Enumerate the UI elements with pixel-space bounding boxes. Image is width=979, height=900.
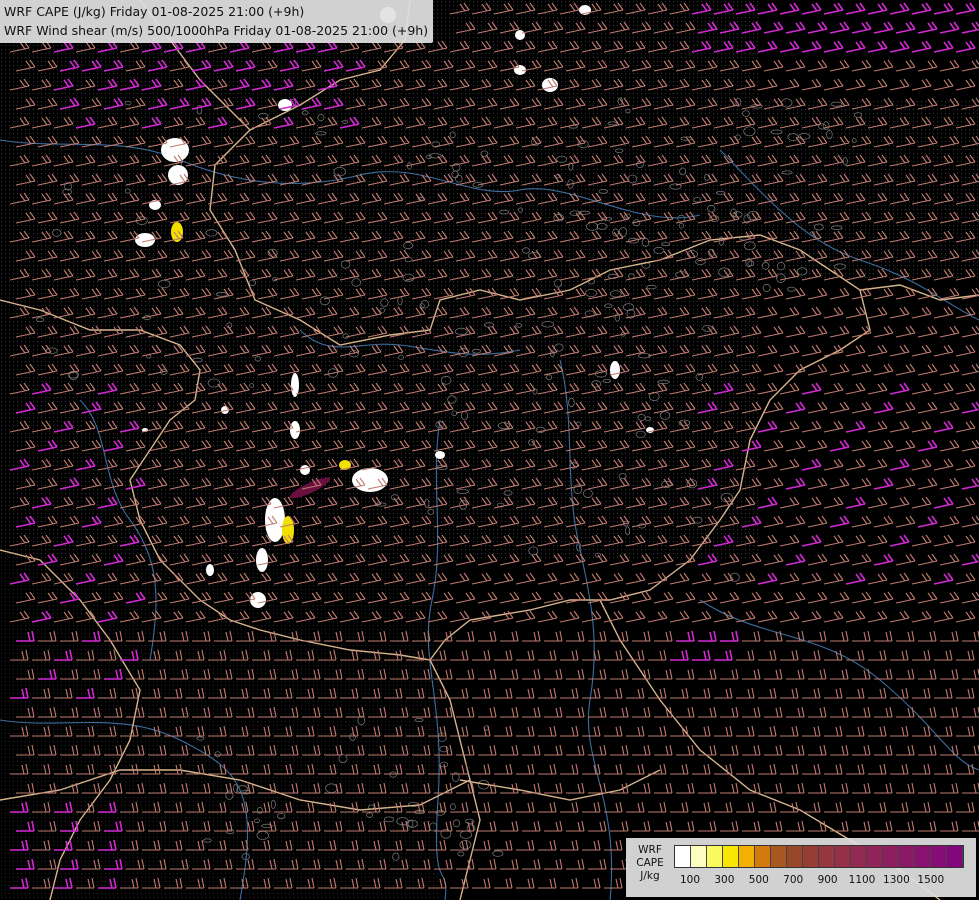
cape-cell-low xyxy=(256,548,268,572)
legend-tick-label: 300 xyxy=(714,874,735,886)
legend-swatch xyxy=(723,846,739,867)
cape-cell-low xyxy=(515,30,525,40)
cape-cell-low xyxy=(206,564,214,576)
legend-swatches xyxy=(674,845,964,868)
legend-tick-label: 700 xyxy=(783,874,804,886)
cape-cell-low xyxy=(610,361,620,379)
legend-swatch xyxy=(883,846,899,867)
legend-swatch xyxy=(851,846,867,867)
legend-swatch xyxy=(803,846,819,867)
cape-cell-low xyxy=(300,465,310,475)
legend-title-line: CAPE xyxy=(636,857,664,869)
cape-legend: WRF CAPE J/kg 100 300 500 700 900 1100 1300 150… xyxy=(626,838,976,897)
cape-cell-low xyxy=(161,138,189,162)
legend-title-line: J/kg xyxy=(640,870,660,882)
legend-swatch xyxy=(787,846,803,867)
legend-tick-label: 1300 xyxy=(883,874,910,886)
legend-tick-label: 500 xyxy=(748,874,769,886)
legend-title: WRF CAPE J/kg xyxy=(630,844,670,883)
cape-title: WRF CAPE (J/kg) Friday 01-08-2025 21:00 … xyxy=(4,4,305,19)
cape-cell-low xyxy=(290,421,300,439)
weather-map xyxy=(0,0,979,900)
legend-tick-label: 1100 xyxy=(848,874,876,886)
wind-shear-title: WRF Wind shear (m/s) 500/1000hPa Friday … xyxy=(4,23,429,38)
legend-tick-label: 900 xyxy=(817,874,838,886)
legend-swatch xyxy=(691,846,707,867)
legend-swatch xyxy=(739,846,755,867)
legend-swatch xyxy=(771,846,787,867)
map-title-box: WRF CAPE (J/kg) Friday 01-08-2025 21:00 … xyxy=(0,0,434,43)
legend-title-line: WRF xyxy=(638,844,662,856)
legend-ticks: 100 300 500 700 900 1100 1300 1500 xyxy=(674,874,974,888)
legend-swatch xyxy=(931,846,947,867)
legend-swatch xyxy=(819,846,835,867)
legend-swatch xyxy=(915,846,931,867)
legend-swatch xyxy=(707,846,723,867)
legend-swatch xyxy=(835,846,851,867)
cape-cell-low xyxy=(435,451,445,459)
legend-tick-label: 1500 xyxy=(917,874,945,886)
legend-swatch xyxy=(947,846,963,867)
cape-cell-low xyxy=(542,78,558,92)
legend-swatch xyxy=(899,846,915,867)
legend-swatch xyxy=(675,846,691,867)
legend-tick-label: 100 xyxy=(679,874,701,886)
legend-swatch xyxy=(867,846,883,867)
legend-swatch xyxy=(755,846,771,867)
